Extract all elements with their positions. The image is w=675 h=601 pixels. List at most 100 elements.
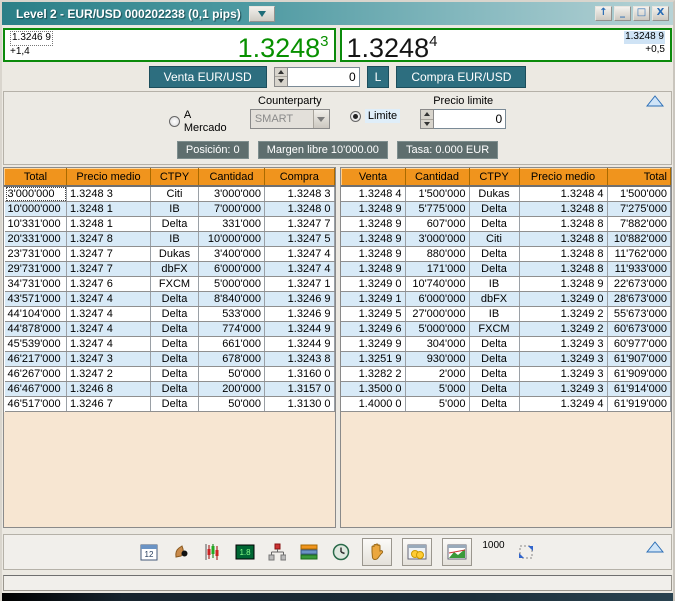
collapse-panel-button[interactable] bbox=[645, 95, 665, 110]
cell[interactable]: IB bbox=[150, 201, 199, 217]
cell[interactable]: 5'000 bbox=[405, 396, 470, 412]
cell[interactable]: IB bbox=[469, 306, 520, 322]
cell[interactable]: Delta bbox=[150, 351, 199, 367]
cell[interactable]: dbFX bbox=[469, 291, 520, 307]
table-row[interactable]: 1.3248 9 880'000 Delta 1.3248 8 11'762'000 bbox=[341, 246, 671, 262]
cell[interactable]: 3'000'000 bbox=[405, 231, 470, 247]
table-row[interactable]: 10'331'000 1.3248 1 Delta 331'000 1.3247 7 bbox=[4, 216, 335, 232]
cell[interactable]: 1.3247 4 bbox=[66, 306, 151, 322]
cell[interactable]: 1.3282 2 bbox=[341, 366, 406, 382]
cell[interactable]: Delta bbox=[150, 396, 199, 412]
table-row[interactable]: 1.3249 5 27'000'000 IB 1.3249 2 55'673'000 bbox=[341, 306, 671, 322]
cell[interactable]: Delta bbox=[150, 216, 199, 232]
table-row[interactable]: 1.3249 1 6'000'000 dbFX 1.3249 0 28'673'000 bbox=[341, 291, 671, 307]
buy-button[interactable]: Compra EUR/USD bbox=[396, 65, 527, 88]
cell[interactable]: 10'000'000 bbox=[4, 201, 67, 217]
column-header[interactable]: Precio medio bbox=[66, 168, 151, 187]
cell[interactable]: 46'267'000 bbox=[4, 366, 67, 382]
cell[interactable]: 1.3248 8 bbox=[519, 216, 608, 232]
cell[interactable]: 1.3247 1 bbox=[264, 276, 335, 292]
cell[interactable]: Delta bbox=[150, 306, 199, 322]
cell[interactable]: IB bbox=[469, 276, 520, 292]
cell[interactable]: 43'571'000 bbox=[4, 291, 67, 307]
cell[interactable]: 1.3247 4 bbox=[66, 291, 151, 307]
cell[interactable]: FXCM bbox=[150, 276, 199, 292]
cell[interactable]: FXCM bbox=[469, 321, 520, 337]
cell[interactable]: 1.3247 7 bbox=[264, 216, 335, 232]
cell[interactable]: 23'731'000 bbox=[4, 246, 67, 262]
cell[interactable]: 1.3247 8 bbox=[66, 231, 151, 247]
cell[interactable]: 5'000 bbox=[405, 381, 470, 397]
cell[interactable]: 1.3248 8 bbox=[519, 261, 608, 277]
table-row[interactable]: 44'878'000 1.3247 4 Delta 774'000 1.3244 9 bbox=[4, 321, 335, 337]
cell[interactable]: 50'000 bbox=[198, 366, 265, 382]
quantity-spinner[interactable] bbox=[273, 66, 288, 87]
cell[interactable]: 1.3249 4 bbox=[519, 396, 608, 412]
ask-price-panel[interactable]: 1.32484 1.3248 9 +0,5 bbox=[339, 28, 672, 62]
cell[interactable]: 1.3248 9 bbox=[519, 276, 608, 292]
column-header[interactable]: Compra bbox=[264, 168, 335, 187]
column-header[interactable]: Cantidad bbox=[404, 168, 470, 187]
cell[interactable]: 1.3249 0 bbox=[519, 291, 608, 307]
spin-down-icon[interactable] bbox=[275, 77, 287, 86]
cell[interactable]: 5'000'000 bbox=[405, 321, 470, 337]
column-header[interactable]: CTPY bbox=[468, 168, 520, 187]
cell[interactable]: 34'731'000 bbox=[4, 276, 67, 292]
cell[interactable]: 61'909'000 bbox=[607, 366, 671, 382]
expand-icon[interactable] bbox=[515, 541, 537, 563]
cell[interactable]: 44'878'000 bbox=[4, 321, 67, 337]
cell[interactable]: 61'907'000 bbox=[607, 351, 671, 367]
table-row[interactable]: 34'731'000 1.3247 6 FXCM 5'000'000 1.3247 1 bbox=[4, 276, 335, 292]
cell[interactable]: 46'467'000 bbox=[4, 381, 67, 397]
cell[interactable]: 200'000 bbox=[198, 381, 265, 397]
cell[interactable]: 7'000'000 bbox=[198, 201, 265, 217]
table-row[interactable]: 1.3249 0 10'740'000 IB 1.3248 9 22'673'000 bbox=[341, 276, 671, 292]
limit-price-input[interactable] bbox=[434, 109, 507, 129]
cell[interactable]: 60'977'000 bbox=[607, 336, 671, 352]
cell[interactable]: Citi bbox=[469, 231, 520, 247]
cell[interactable]: 1.3130 0 bbox=[264, 396, 335, 412]
cell[interactable]: 60'673'000 bbox=[607, 321, 671, 337]
cell[interactable]: 3'000'000 bbox=[4, 186, 67, 202]
cell[interactable]: Delta bbox=[469, 261, 520, 277]
cell[interactable]: 880'000 bbox=[405, 246, 470, 262]
table-row[interactable]: 1.3248 9 607'000 Delta 1.3248 8 7'882'000 bbox=[341, 216, 671, 232]
cell[interactable]: 774'000 bbox=[198, 321, 265, 337]
title-bar[interactable]: Level 2 - EUR/USD 000202238 (0,1 pips) ↑… bbox=[2, 2, 673, 25]
cell[interactable]: 61'919'000 bbox=[607, 396, 671, 412]
cell[interactable]: 1.3248 1 bbox=[66, 201, 151, 217]
cell[interactable]: 11'762'000 bbox=[607, 246, 671, 262]
cell[interactable]: Delta bbox=[150, 381, 199, 397]
table-row[interactable]: 44'104'000 1.3247 4 Delta 533'000 1.3246 9 bbox=[4, 306, 335, 322]
cell[interactable]: 5'775'000 bbox=[405, 201, 470, 217]
close-button[interactable]: X bbox=[652, 6, 669, 21]
minimize-button[interactable]: _ bbox=[614, 6, 631, 21]
table-row[interactable]: 3'000'000 1.3248 3 Citi 3'000'000 1.3248 3 bbox=[4, 186, 335, 202]
cell[interactable]: 20'331'000 bbox=[4, 231, 67, 247]
column-header[interactable]: Total bbox=[4, 168, 67, 187]
table-row[interactable]: 20'331'000 1.3247 8 IB 10'000'000 1.3247 5 bbox=[4, 231, 335, 247]
cell[interactable]: 1.3244 9 bbox=[264, 336, 335, 352]
cell[interactable]: 1.3248 8 bbox=[519, 231, 608, 247]
pointer-icon[interactable] bbox=[170, 541, 192, 563]
table-row[interactable]: 10'000'000 1.3248 1 IB 7'000'000 1.3248 0 bbox=[4, 201, 335, 217]
limit-radio[interactable]: Limite bbox=[349, 109, 401, 123]
cell[interactable]: 1.3248 1 bbox=[66, 216, 151, 232]
cell[interactable]: 8'840'000 bbox=[198, 291, 265, 307]
cell[interactable]: Delta bbox=[150, 336, 199, 352]
cell[interactable]: 1.3249 2 bbox=[519, 306, 608, 322]
cell[interactable]: Delta bbox=[469, 336, 520, 352]
cell[interactable]: 1.3249 3 bbox=[519, 366, 608, 382]
cell[interactable]: 1.3248 9 bbox=[341, 201, 406, 217]
table-row[interactable]: 43'571'000 1.3247 4 Delta 8'840'000 1.3246 9 bbox=[4, 291, 335, 307]
select-dropdown-button[interactable] bbox=[312, 110, 329, 128]
cell[interactable]: 930'000 bbox=[405, 351, 470, 367]
cell[interactable]: Dukas bbox=[150, 246, 199, 262]
cell[interactable]: 1.3248 9 bbox=[341, 261, 406, 277]
cell[interactable]: Delta bbox=[469, 216, 520, 232]
cell[interactable]: Citi bbox=[150, 186, 199, 202]
collapse-toolbar-button[interactable] bbox=[645, 541, 665, 556]
cell[interactable]: 10'882'000 bbox=[607, 231, 671, 247]
cell[interactable]: 1.3247 4 bbox=[264, 246, 335, 262]
hand-icon[interactable] bbox=[362, 538, 393, 566]
